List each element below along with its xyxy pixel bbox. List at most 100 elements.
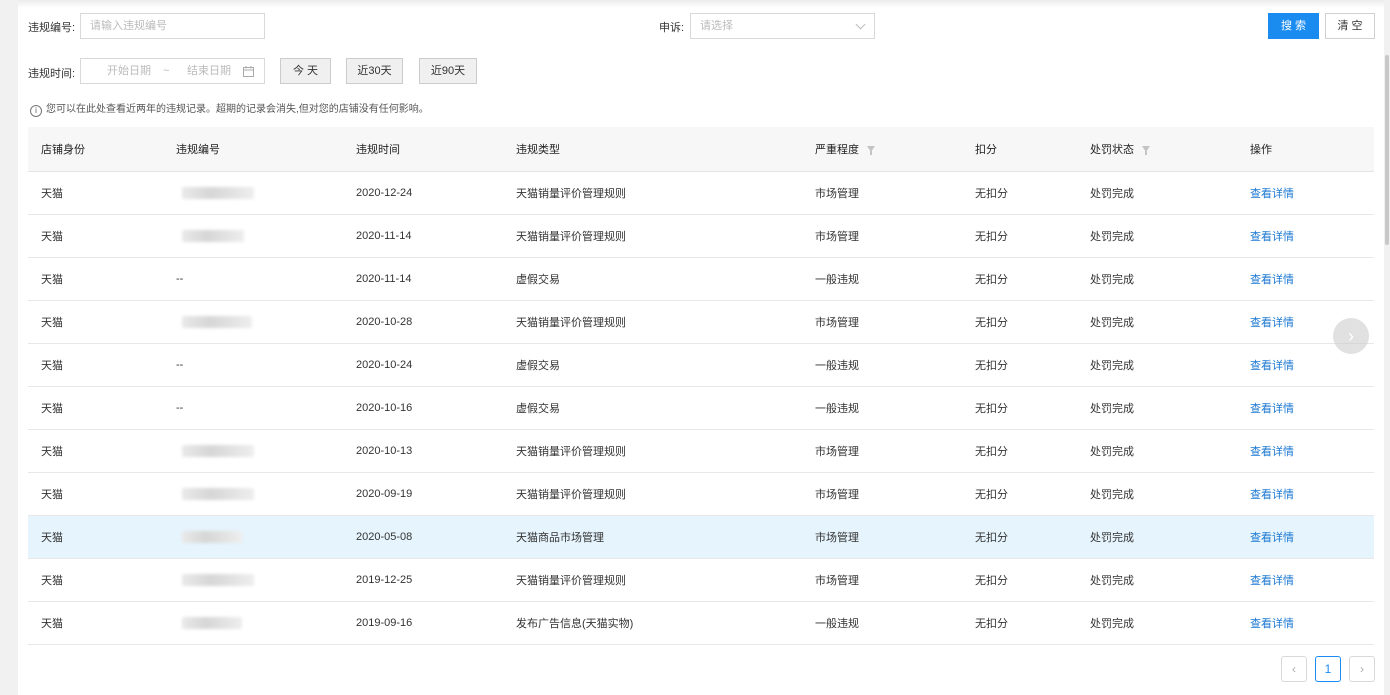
scrollbar-thumb[interactable] [1385, 55, 1389, 245]
violation-time-label: 违规时间: [28, 68, 76, 80]
severity-cell: 市场管理 [815, 188, 859, 200]
points-cell: 无扣分 [975, 360, 1008, 372]
view-details-link[interactable]: 查看详情 [1250, 430, 1294, 472]
points-cell: 无扣分 [975, 317, 1008, 329]
table-row[interactable]: 天猫 2020-10-28 天猫销量评价管理规则 市场管理 无扣分 处罚完成 查看详情 [28, 301, 1374, 344]
shop-cell: 天猫 [41, 489, 63, 501]
date-range-picker[interactable]: 开始日期 ~ 结束日期 [80, 58, 265, 84]
table-row[interactable]: 天猫 2020-11-14 天猫销量评价管理规则 市场管理 无扣分 处罚完成 查看详情 [28, 215, 1374, 258]
view-details-link[interactable]: 查看详情 [1250, 559, 1294, 601]
today-button[interactable]: 今 天 [280, 58, 331, 84]
chevron-right-icon: › [1360, 662, 1364, 676]
violation-no-cell [176, 559, 254, 601]
shop-cell: 天猫 [41, 188, 63, 200]
appeal-select-value: 请选择 [700, 20, 733, 32]
filter-icon[interactable] [1142, 146, 1150, 155]
violation-records-panel: 违规编号: 请输入违规编号 申诉: 请选择 搜 索 清 空 违规时间: 开始日期… [18, 0, 1384, 695]
view-details-link[interactable]: 查看详情 [1250, 215, 1294, 257]
violation-no-cell [176, 301, 252, 343]
table-body: 天猫 2020-12-24 天猫销量评价管理规则 市场管理 无扣分 处罚完成 查看详情 天猫 2… [28, 172, 1374, 645]
chevron-right-icon: › [1348, 326, 1354, 346]
points-cell: 无扣分 [975, 575, 1008, 587]
severity-cell: 一般违规 [815, 360, 859, 372]
header-points: 扣分 [975, 144, 997, 156]
header-penalty-status-label: 处罚状态 [1090, 144, 1134, 156]
table-row[interactable]: 天猫 -- 2020-10-24 虚假交易 一般违规 无扣分 处罚完成 查看详情 [28, 344, 1374, 387]
table-row[interactable]: 天猫 2019-12-25 天猫销量评价管理规则 市场管理 无扣分 处罚完成 查看详情 [28, 559, 1374, 602]
search-button[interactable]: 搜 索 [1268, 13, 1319, 39]
table-header: 店铺身份 违规编号 违规时间 违规类型 严重程度 扣分 处罚状态 操作 [28, 127, 1374, 172]
scrollbar[interactable] [1384, 0, 1390, 695]
records-notice: i 您可以在此处查看近两年的违规记录。超期的记录会消失,但对您的店铺没有任何影响。 [30, 100, 429, 117]
clear-button[interactable]: 清 空 [1325, 13, 1375, 39]
violation-no-cell [176, 473, 254, 515]
filter-icon[interactable] [867, 146, 875, 155]
last-30-days-button[interactable]: 近30天 [346, 58, 403, 84]
violation-time-cell: 2020-09-19 [356, 488, 413, 500]
chevron-left-icon: ‹ [1292, 662, 1296, 676]
table-row[interactable]: 天猫 -- 2020-10-16 虚假交易 一般违规 无扣分 处罚完成 查看详情 [28, 387, 1374, 430]
points-cell: 无扣分 [975, 403, 1008, 415]
penalty-status-cell: 处罚完成 [1090, 532, 1134, 544]
points-cell: 无扣分 [975, 274, 1008, 286]
table-row[interactable]: 天猫 -- 2020-11-14 虚假交易 一般违规 无扣分 处罚完成 查看详情 [28, 258, 1374, 301]
violation-time-cell: 2019-12-25 [356, 574, 413, 586]
severity-cell: 市场管理 [815, 489, 859, 501]
severity-cell: 市场管理 [815, 231, 859, 243]
shop-cell: 天猫 [41, 618, 63, 630]
violation-type-cell: 虚假交易 [516, 274, 560, 286]
penalty-status-cell: 处罚完成 [1090, 489, 1134, 501]
penalty-status-cell: 处罚完成 [1090, 231, 1134, 243]
penalty-status-cell: 处罚完成 [1090, 274, 1134, 286]
table-row[interactable]: 天猫 2020-10-13 天猫销量评价管理规则 市场管理 无扣分 处罚完成 查看详情 [28, 430, 1374, 473]
penalty-status-cell: 处罚完成 [1090, 403, 1134, 415]
violation-no-input[interactable]: 请输入违规编号 [80, 13, 265, 39]
table-row[interactable]: 天猫 2020-09-19 天猫销量评价管理规则 市场管理 无扣分 处罚完成 查看详情 [28, 473, 1374, 516]
violation-time-cell: 2020-10-28 [356, 316, 413, 328]
points-cell: 无扣分 [975, 446, 1008, 458]
end-date-input[interactable]: 结束日期 [187, 59, 231, 83]
view-details-link[interactable]: 查看详情 [1250, 387, 1294, 429]
view-details-link[interactable]: 查看详情 [1250, 344, 1294, 386]
table-row[interactable]: 天猫 2019-09-16 发布广告信息(天猫实物) 一般违规 无扣分 处罚完成 查看详情 [28, 602, 1374, 645]
header-violation-no: 违规编号 [176, 144, 220, 156]
violation-no-cell: -- [176, 402, 184, 414]
table-row[interactable]: 天猫 2020-05-08 天猫商品市场管理 市场管理 无扣分 处罚完成 查看详情 [28, 516, 1374, 559]
violation-type-cell: 天猫商品市场管理 [516, 532, 604, 544]
shop-cell: 天猫 [41, 317, 63, 329]
violation-no-cell [176, 516, 242, 558]
prev-page-button[interactable]: ‹ [1281, 656, 1307, 682]
redacted-violation-no [182, 488, 254, 500]
carousel-next-button[interactable]: › [1333, 318, 1369, 354]
header-actions: 操作 [1250, 144, 1272, 156]
points-cell: 无扣分 [975, 188, 1008, 200]
redacted-violation-no [182, 574, 254, 586]
start-date-input[interactable]: 开始日期 [107, 59, 151, 83]
next-page-button[interactable]: › [1349, 656, 1375, 682]
view-details-link[interactable]: 查看详情 [1250, 172, 1294, 214]
view-details-link[interactable]: 查看详情 [1250, 473, 1294, 515]
last-90-days-button[interactable]: 近90天 [419, 58, 477, 84]
redacted-violation-no [182, 531, 242, 543]
appeal-label: 申诉: [659, 22, 685, 34]
view-details-link[interactable]: 查看详情 [1250, 516, 1294, 558]
info-icon: i [30, 105, 42, 117]
severity-cell: 一般违规 [815, 403, 859, 415]
redacted-violation-no [182, 187, 254, 199]
view-details-link[interactable]: 查看详情 [1250, 258, 1294, 300]
header-severity-label: 严重程度 [815, 144, 859, 156]
violation-type-cell: 天猫销量评价管理规则 [516, 575, 626, 587]
page-1-button[interactable]: 1 [1315, 656, 1341, 682]
points-cell: 无扣分 [975, 231, 1008, 243]
table-row[interactable]: 天猫 2020-12-24 天猫销量评价管理规则 市场管理 无扣分 处罚完成 查看详情 [28, 172, 1374, 215]
view-details-link[interactable]: 查看详情 [1250, 301, 1294, 343]
violation-time-cell: 2020-10-13 [356, 445, 413, 457]
shop-cell: 天猫 [41, 231, 63, 243]
violation-no-cell [176, 215, 244, 257]
violation-no-label: 违规编号: [28, 22, 76, 34]
header-violation-type: 违规类型 [516, 144, 560, 156]
shop-cell: 天猫 [41, 403, 63, 415]
penalty-status-cell: 处罚完成 [1090, 575, 1134, 587]
view-details-link[interactable]: 查看详情 [1250, 602, 1294, 644]
appeal-select[interactable]: 请选择 [690, 13, 875, 39]
